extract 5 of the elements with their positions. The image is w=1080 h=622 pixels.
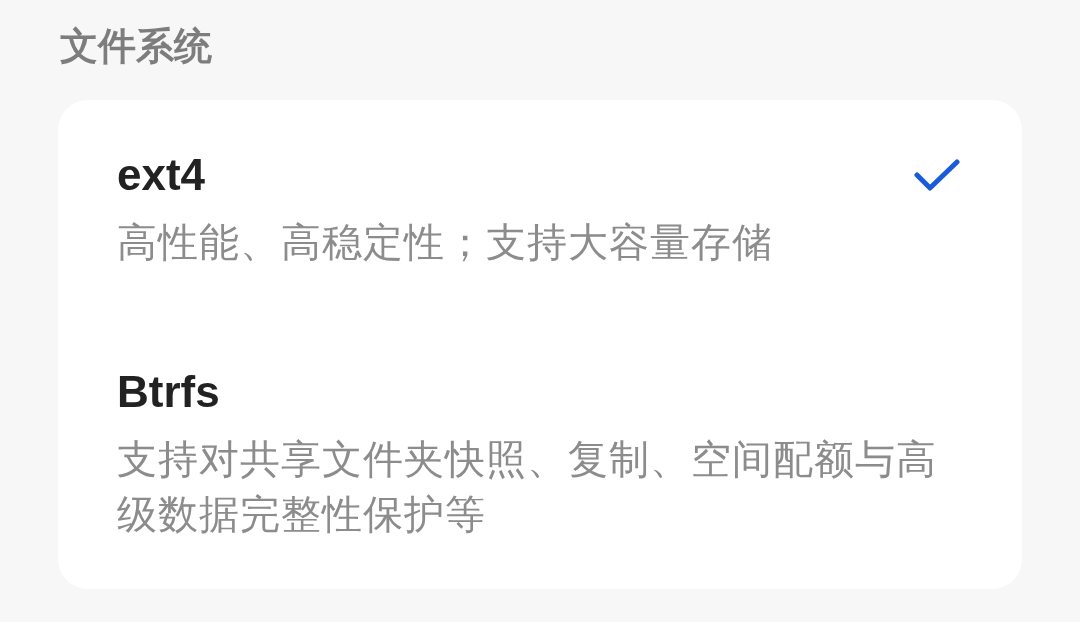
- option-name[interactable]: ext4: [117, 149, 206, 201]
- option-description: 高性能、高稳定性；支持大容量存储: [117, 219, 774, 266]
- option-name[interactable]: Btrfs: [117, 366, 220, 418]
- option-description: 支持对共享文件夹快照、复制、空间配额与高级数据完整性保护等: [117, 436, 938, 538]
- section-title: 文件系统: [59, 24, 212, 69]
